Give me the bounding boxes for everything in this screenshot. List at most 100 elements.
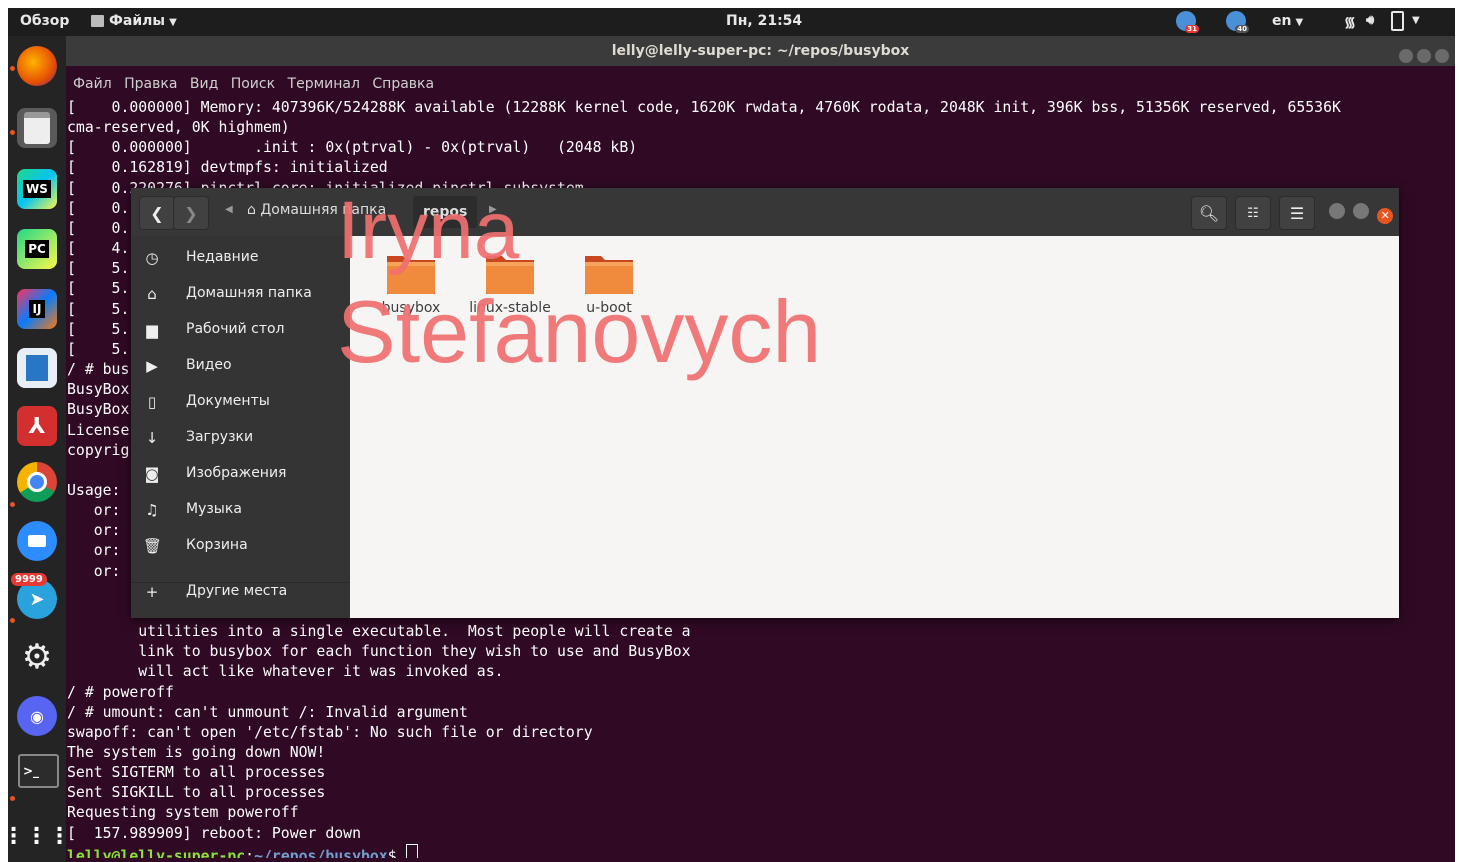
file-view[interactable]: busybox linux-stable u-boot xyxy=(350,236,1399,618)
terminal-prompt[interactable]: lelly@lelly-super-pc:~/repos/busybox$ xyxy=(67,843,418,858)
terminal-line: Requesting system poweroff xyxy=(67,804,299,822)
sidebar-item-label: Рабочий стол xyxy=(186,321,285,337)
folder-icon xyxy=(387,256,435,294)
prompt-symbol: $ xyxy=(387,847,406,858)
terminal-line: License xyxy=(67,421,130,439)
menu-view[interactable]: Вид xyxy=(190,76,218,92)
terminal-titlebar[interactable]: lelly@lelly-super-pc: ~/repos/busybox xyxy=(66,36,1455,66)
wifi-icon[interactable]: ᯾ xyxy=(1344,13,1356,32)
firefox-icon[interactable] xyxy=(17,46,57,86)
webstorm-icon[interactable]: WS xyxy=(17,169,57,209)
breadcrumb-home[interactable]: ⌂ Домашняя папка xyxy=(247,202,386,218)
terminal-line: utilities into a single executable. Most… xyxy=(67,623,691,641)
terminal-line: BusyBox xyxy=(67,381,130,399)
volume-icon[interactable]: 🔊︎ xyxy=(1366,13,1374,28)
settings-icon[interactable]: ⚙ xyxy=(17,637,57,677)
maximize-icon[interactable] xyxy=(1417,49,1431,63)
close-icon[interactable] xyxy=(1435,49,1449,63)
window-controls: ✕ xyxy=(1329,203,1394,224)
terminal-line: or: xyxy=(67,522,121,540)
menu-button[interactable]: ☰ xyxy=(1279,196,1315,230)
back-button[interactable]: ❮ xyxy=(139,196,175,230)
app-menu-button[interactable]: Файлы ▼ xyxy=(91,13,177,29)
prompt-colon: : xyxy=(245,847,255,858)
language-selector[interactable]: en ▼ xyxy=(1272,13,1303,29)
terminal-icon[interactable]: >_ xyxy=(18,754,59,788)
telegram-icon[interactable]: ➤ 9999 xyxy=(11,573,57,619)
sidebar-item-downloads[interactable]: ↓ Загрузки xyxy=(131,420,350,456)
sidebar-item-trash[interactable]: 🗑︎ Корзина xyxy=(131,528,350,564)
clock[interactable]: Пн, 21:54 xyxy=(726,13,802,29)
files-icon[interactable] xyxy=(17,108,57,148)
menu-search[interactable]: Поиск xyxy=(231,76,275,92)
camera-icon: ◙ xyxy=(144,465,160,483)
breadcrumb-current[interactable]: repos xyxy=(413,196,478,228)
menu-file[interactable]: Файл xyxy=(73,76,112,92)
intellij-icon[interactable]: IJ xyxy=(17,289,57,329)
search-icon: 🔍︎ xyxy=(1198,203,1220,223)
sidebar-item-videos[interactable]: ▶ Видео xyxy=(131,348,350,384)
discord-icon[interactable]: ◉ xyxy=(17,696,57,736)
activities-button[interactable]: Обзор xyxy=(20,13,69,29)
minimize-icon[interactable] xyxy=(1329,203,1345,219)
folder-linux-stable[interactable]: linux-stable xyxy=(460,250,560,316)
libreoffice-writer-icon[interactable] xyxy=(17,348,57,388)
sidebar-item-documents[interactable]: ▯ Документы xyxy=(131,384,350,420)
menu-terminal[interactable]: Терминал xyxy=(288,76,360,92)
menu-help[interactable]: Справка xyxy=(372,76,434,92)
sidebar-item-label: Документы xyxy=(186,393,270,409)
folder-busybox[interactable]: busybox xyxy=(361,250,461,316)
sidebar-item-label: Корзина xyxy=(186,537,248,553)
terminal-line: or: xyxy=(67,542,121,560)
places-sidebar: ◷ Недавние ⌂ Домашняя папка ▆ Рабочий стол … xyxy=(131,236,350,618)
pycharm-icon[interactable]: PC xyxy=(17,229,57,269)
file-manager-headerbar[interactable]: ❮ ❯ ◀ ⌂ Домашняя папка repos ▶ 🔍︎ ☷ ☰ ✕ xyxy=(131,188,1399,237)
terminal-line: Sent SIGTERM to all processes xyxy=(67,764,326,782)
running-indicator xyxy=(10,66,15,71)
sidebar-item-other-locations[interactable]: + Другие места xyxy=(131,574,350,610)
notification-indicator-2[interactable]: 40 xyxy=(1226,11,1249,33)
tray-app-icon-2: 40 xyxy=(1226,11,1249,33)
maximize-icon[interactable] xyxy=(1353,203,1370,219)
breadcrumb-right-arrow-icon[interactable]: ▶ xyxy=(489,204,497,215)
battery-icon[interactable] xyxy=(1391,11,1404,31)
sidebar-item-label: Музыка xyxy=(186,501,242,517)
sidebar-item-music[interactable]: ♫ Музыка xyxy=(131,492,350,528)
terminal-line: / # bus xyxy=(67,361,130,379)
search-button[interactable]: 🔍︎ xyxy=(1191,196,1227,230)
sidebar-item-desktop[interactable]: ▆ Рабочий стол xyxy=(131,312,350,348)
minimize-icon[interactable] xyxy=(1399,49,1413,63)
sidebar-item-home[interactable]: ⌂ Домашняя папка xyxy=(131,276,350,312)
close-icon[interactable]: ✕ xyxy=(1377,208,1394,224)
trash-icon: 🗑︎ xyxy=(143,537,163,555)
view-toggle-button[interactable]: ☷ xyxy=(1235,196,1271,230)
terminal-line: or: xyxy=(67,502,121,520)
folder-u-boot[interactable]: u-boot xyxy=(559,250,659,316)
chevron-right-icon: ❯ xyxy=(184,203,198,223)
folder-label: linux-stable xyxy=(469,300,551,316)
menu-edit[interactable]: Правка xyxy=(124,76,177,92)
zoom-icon[interactable] xyxy=(17,521,57,561)
acrobat-icon[interactable]: ⅄ xyxy=(17,406,57,446)
running-indicator xyxy=(10,130,15,135)
notification-indicator-1[interactable]: 31 xyxy=(1176,11,1199,33)
terminal-line: [ 5. xyxy=(67,340,130,358)
sidebar-item-pictures[interactable]: ◙ Изображения xyxy=(131,456,350,492)
folder-icon xyxy=(486,256,534,294)
breadcrumb-left-arrow-icon[interactable]: ◀ xyxy=(225,204,233,215)
show-apps-icon[interactable]: ⋮⋮⋮ xyxy=(8,816,71,856)
system-menu-chevron-icon[interactable]: ▼ xyxy=(1412,15,1420,26)
language-label: en xyxy=(1272,13,1292,29)
sidebar-item-recent[interactable]: ◷ Недавние xyxy=(131,240,350,276)
chrome-icon[interactable] xyxy=(17,462,57,502)
telegram-badge: 9999 xyxy=(11,573,47,586)
terminal-line: The system is going down NOW! xyxy=(67,744,326,761)
terminal-line: will act like whatever it was invoked as… xyxy=(67,663,504,681)
chevron-down-icon: ▼ xyxy=(1295,17,1304,28)
terminal-cursor xyxy=(405,843,418,858)
forward-button[interactable]: ❯ xyxy=(173,196,209,230)
prompt-user: lelly@lelly-super-pc xyxy=(67,847,246,858)
tray-badge-1: 31 xyxy=(1185,25,1199,33)
terminal-line: [ 0.000000] .init : 0x(ptrval) - 0x(ptrv… xyxy=(67,139,638,157)
video-icon: ▶ xyxy=(146,357,158,375)
